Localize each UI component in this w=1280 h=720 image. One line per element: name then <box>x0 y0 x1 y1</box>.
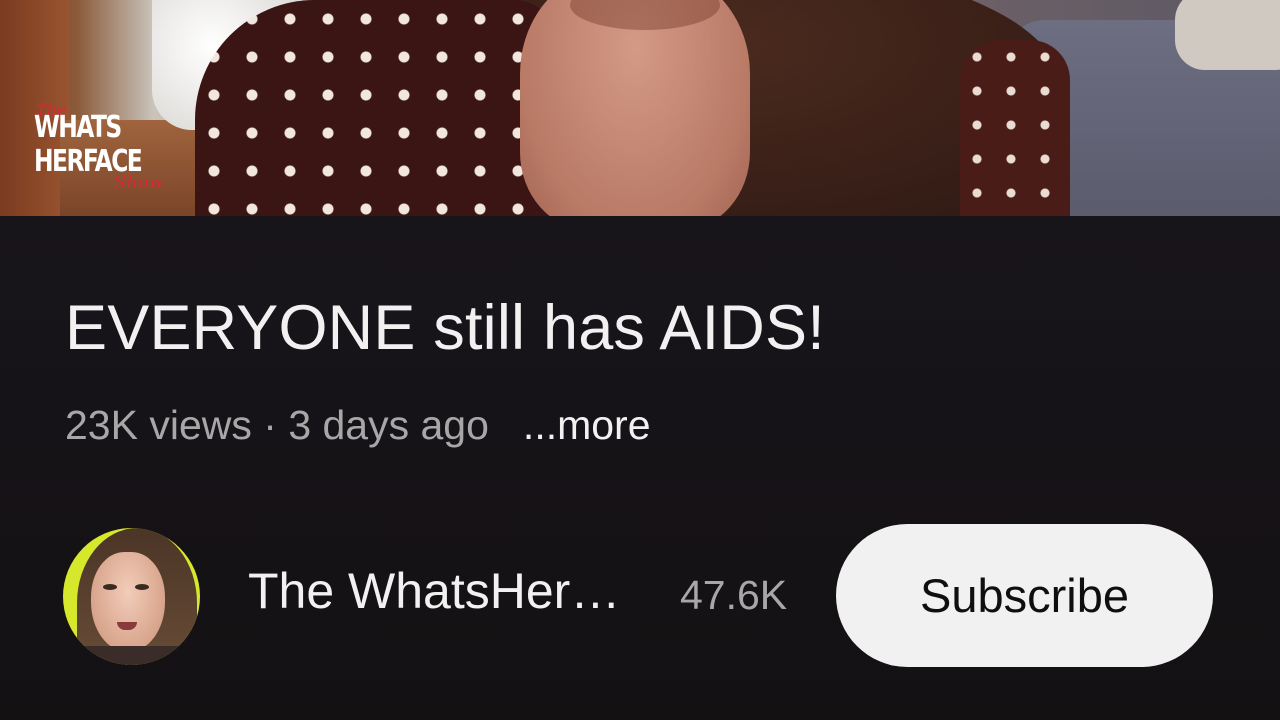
channel-row: The WhatsHer… 47.6K Subscribe <box>0 520 1280 670</box>
subscribe-button[interactable]: Subscribe <box>836 524 1213 667</box>
presenter-polka-dot-top <box>195 0 555 216</box>
subscriber-count: 47.6K <box>680 572 788 618</box>
upload-age: 3 days ago <box>288 402 489 448</box>
view-count: 23K views <box>65 402 252 448</box>
presenter-polka-dot-top-right <box>960 40 1070 216</box>
channel-watermark-logo: The WHATS HERFACE Show <box>30 100 164 200</box>
presenter-neck <box>520 0 750 216</box>
channel-avatar[interactable] <box>63 528 200 665</box>
watermark-line-1: WHATS <box>34 110 122 145</box>
meta-separator: · <box>251 402 289 448</box>
video-meta-line[interactable]: 23K views · 3 days ago ...more <box>65 402 651 449</box>
video-player[interactable]: The WHATS HERFACE Show <box>0 0 1280 216</box>
channel-name[interactable]: The WhatsHer… <box>248 562 620 620</box>
avatar-eye-right <box>135 584 149 590</box>
watermark-script-bottom: Show <box>114 172 165 193</box>
avatar-face <box>91 552 165 652</box>
more-description-link[interactable]: ...more <box>523 402 651 448</box>
background-pillow <box>1175 0 1280 70</box>
avatar-shirt <box>73 646 193 665</box>
video-watch-page: The WHATS HERFACE Show EVERYONE still ha… <box>0 0 1280 720</box>
avatar-eye-left <box>103 584 117 590</box>
video-title: EVERYONE still has AIDS! <box>65 293 825 363</box>
